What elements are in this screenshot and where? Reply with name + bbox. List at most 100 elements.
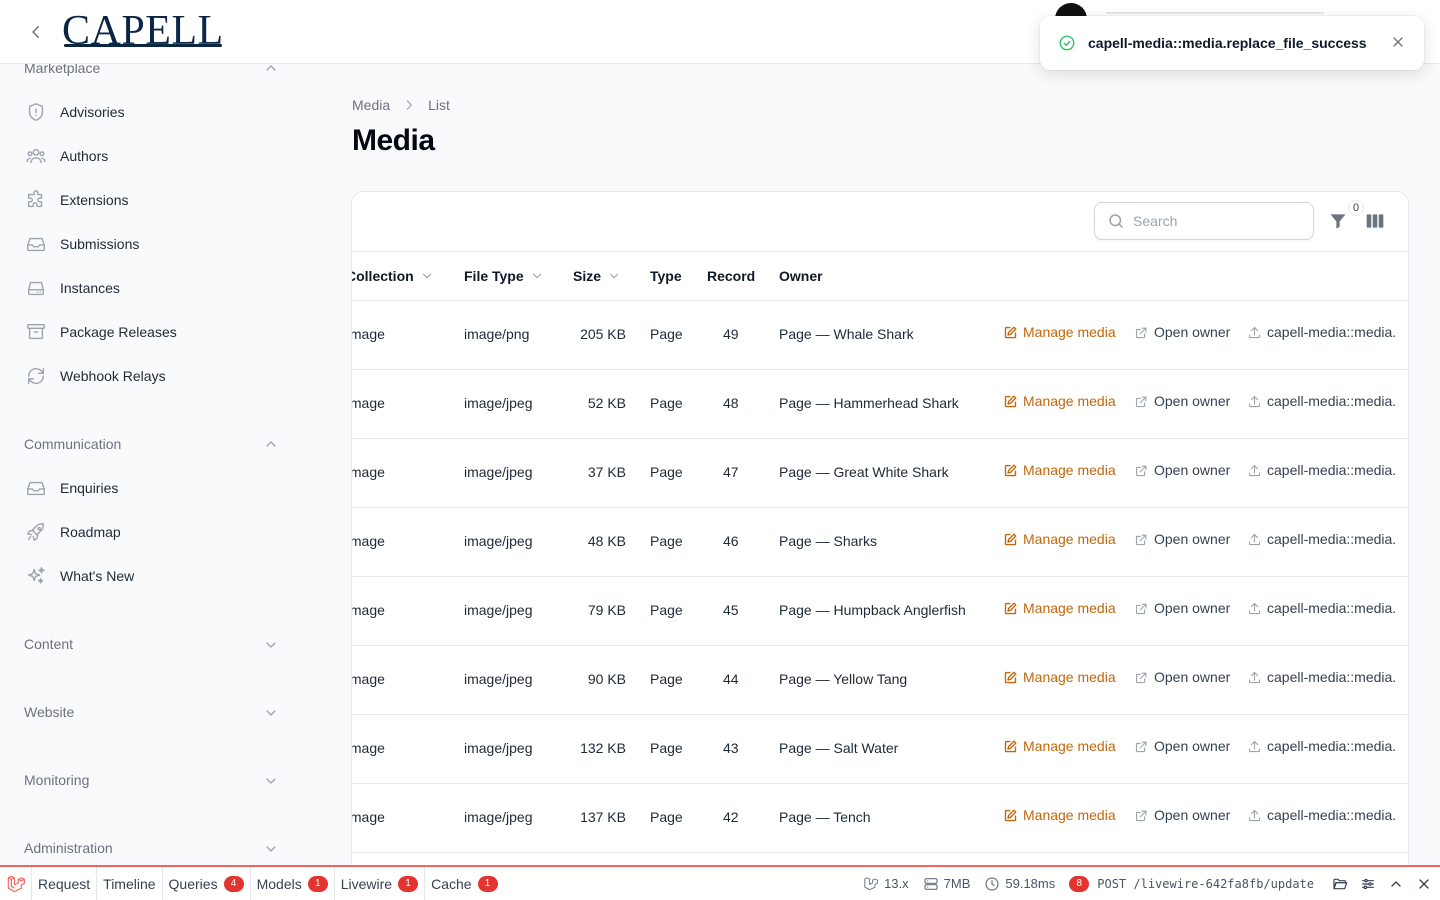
open-owner-link[interactable]: Open owner <box>1134 600 1230 616</box>
chevron-down-icon[interactable] <box>263 841 279 857</box>
count-badge: 1 <box>307 875 328 892</box>
close-debugbar-button[interactable] <box>1410 867 1438 900</box>
replace-file-button[interactable]: capell-media::media. <box>1247 324 1396 340</box>
sidebar-group-content[interactable]: Content <box>24 636 73 652</box>
sidebar-item-label: Authors <box>60 148 109 164</box>
chevron-down-icon[interactable] <box>263 773 279 789</box>
manage-media-button[interactable]: Manage media <box>1003 393 1116 409</box>
sidebar-group-marketplace[interactable]: Marketplace <box>24 64 100 76</box>
pencil-square-icon <box>1004 740 1017 752</box>
manage-media-button[interactable]: Manage media <box>1003 324 1116 340</box>
open-owner-link[interactable]: Open owner <box>1134 807 1230 823</box>
replace-file-button[interactable]: capell-media::media. <box>1247 462 1396 478</box>
cell-type: Page <box>650 326 683 342</box>
back-button[interactable] <box>24 20 48 44</box>
open-owner-link[interactable]: Open owner <box>1134 531 1230 547</box>
manage-media-label: Manage media <box>1023 600 1116 616</box>
brand-logo[interactable]: CAPELL <box>62 6 224 56</box>
chevron-up-icon[interactable] <box>263 64 279 76</box>
sidebar-item-roadmap[interactable]: Roadmap <box>24 516 280 548</box>
manage-media-button[interactable]: Manage media <box>1003 462 1116 478</box>
table-row[interactable]: Image image/jpeg 79 KB Page 45 Page — Humpbac… <box>352 577 1408 646</box>
sidebar-group-administration[interactable]: Administration <box>24 840 113 856</box>
sidebar-item-instances[interactable]: Instances <box>24 272 280 304</box>
table-row[interactable]: Image image/jpeg 90 KB Page 44 Page — Yellow … <box>352 646 1408 715</box>
global-search-input[interactable] <box>1106 12 1324 14</box>
chevron-down-icon <box>532 273 541 279</box>
laravel-version-text: 13.x <box>884 876 909 891</box>
open-owner-label: Open owner <box>1154 600 1231 616</box>
minimize-button[interactable] <box>1382 867 1410 900</box>
laravel-logo-icon[interactable] <box>0 867 32 900</box>
chevron-down-icon[interactable] <box>263 637 279 653</box>
sidebar-item-extensions[interactable]: Extensions <box>24 184 280 216</box>
table-row[interactable]: Image image/png 205 KB Page 49 Page — Whale S… <box>352 301 1408 370</box>
sidebar-item-submissions[interactable]: Submissions <box>24 228 280 260</box>
request-count-badge: 8 <box>1069 875 1090 892</box>
column-header-size[interactable]: Size <box>573 268 621 284</box>
sidebar-item-authors[interactable]: Authors <box>24 140 280 172</box>
pencil-square-icon <box>1004 602 1017 614</box>
sidebar-group-monitoring[interactable]: Monitoring <box>24 772 89 788</box>
debug-tab-request[interactable]: Request <box>32 867 98 900</box>
open-owner-link[interactable]: Open owner <box>1134 738 1230 754</box>
debug-tab-cache[interactable]: Cache 1 <box>425 867 503 900</box>
chevron-up-icon[interactable] <box>263 436 279 452</box>
chevron-left-icon <box>32 26 39 38</box>
cell-size: 205 KB <box>580 326 626 342</box>
table-row[interactable]: Image image/jpeg 37 KB Page 47 Page — Great W… <box>352 439 1408 508</box>
sidebar-group-website[interactable]: Website <box>24 704 74 720</box>
rocket-icon <box>24 520 48 544</box>
column-header-file-type[interactable]: File Type <box>464 268 544 284</box>
sidebar-item-whats-new[interactable]: What's New <box>24 560 280 592</box>
chevron-down-icon[interactable] <box>263 705 279 721</box>
folder-open-button[interactable] <box>1326 867 1354 900</box>
inbox-icon <box>24 232 48 256</box>
funnel-icon[interactable] <box>1328 211 1348 231</box>
open-owner-label: Open owner <box>1154 531 1231 547</box>
search-input[interactable] <box>1133 213 1293 229</box>
table-row[interactable]: Image image/jpeg 137 KB Page 42 Page — Tench M… <box>352 784 1408 853</box>
sidebar-item-package-releases[interactable]: Package Releases <box>24 316 280 348</box>
debug-tab-models[interactable]: Models 1 <box>251 867 335 900</box>
open-owner-label: Open owner <box>1154 738 1231 754</box>
open-owner-link[interactable]: Open owner <box>1134 669 1230 685</box>
sidebar-item-advisories[interactable]: Advisories <box>24 96 280 128</box>
open-owner-link[interactable]: Open owner <box>1134 393 1230 409</box>
close-icon[interactable] <box>1390 34 1406 50</box>
manage-media-button[interactable]: Manage media <box>1003 600 1116 616</box>
sidebar-item-enquiries[interactable]: Enquiries <box>24 472 280 504</box>
manage-media-label: Manage media <box>1023 738 1116 754</box>
manage-media-button[interactable]: Manage media <box>1003 807 1116 823</box>
manage-media-button[interactable]: Manage media <box>1003 669 1116 685</box>
column-header-collection[interactable]: Collection <box>352 268 434 284</box>
debug-tab-label: Livewire <box>340 875 393 892</box>
debug-tab-livewire[interactable]: Livewire 1 <box>335 867 426 900</box>
view-columns-icon[interactable] <box>1365 211 1385 231</box>
debug-tab-label: Timeline <box>103 875 156 892</box>
replace-file-button[interactable]: capell-media::media. <box>1247 738 1396 754</box>
replace-file-button[interactable]: capell-media::media. <box>1247 807 1396 823</box>
cell-type: Page <box>650 809 683 825</box>
request-selector[interactable]: 8 POST /livewire-642fa8fb/update <box>1069 875 1314 892</box>
pencil-square-icon <box>1004 464 1017 476</box>
table-row[interactable]: Image image/jpeg 132 KB Page 43 Page — Salt W… <box>352 715 1408 784</box>
manage-media-button[interactable]: Manage media <box>1003 738 1116 754</box>
replace-file-button[interactable]: capell-media::media. <box>1247 669 1396 685</box>
breadcrumb-media[interactable]: Media <box>352 97 390 113</box>
table-row[interactable]: Image image/jpeg 48 KB Page 46 Page — Sharks M… <box>352 508 1408 577</box>
table-row[interactable]: Image image/jpeg 52 KB Page 48 Page — Hammerh… <box>352 370 1408 439</box>
search-field[interactable] <box>1094 202 1314 240</box>
debug-tab-queries[interactable]: Queries 4 <box>163 867 251 900</box>
replace-file-button[interactable]: capell-media::media. <box>1247 393 1396 409</box>
debug-tab-timeline[interactable]: Timeline <box>97 867 163 900</box>
close-icon <box>1419 878 1429 889</box>
replace-file-button[interactable]: capell-media::media. <box>1247 531 1396 547</box>
manage-media-button[interactable]: Manage media <box>1003 531 1116 547</box>
sidebar-group-communication[interactable]: Communication <box>24 436 121 452</box>
open-owner-link[interactable]: Open owner <box>1134 324 1230 340</box>
settings-button[interactable] <box>1354 867 1382 900</box>
sidebar-item-webhook-relays[interactable]: Webhook Relays <box>24 360 280 392</box>
replace-file-button[interactable]: capell-media::media. <box>1247 600 1396 616</box>
open-owner-link[interactable]: Open owner <box>1134 462 1230 478</box>
